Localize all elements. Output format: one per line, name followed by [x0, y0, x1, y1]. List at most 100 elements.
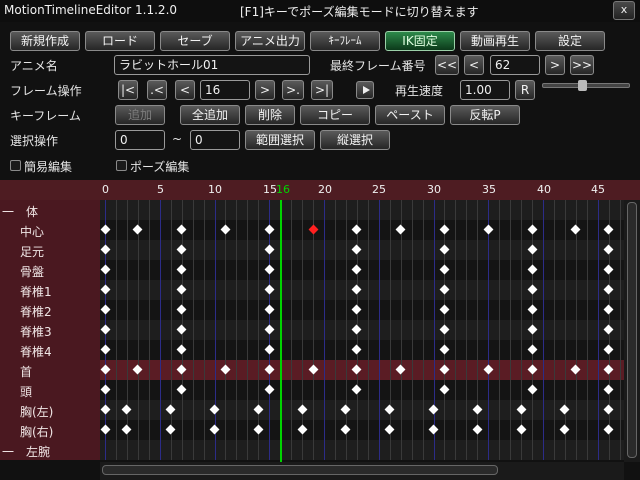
current-frame-input[interactable]: 16	[200, 80, 250, 100]
bone-label[interactable]: 骨盤	[20, 263, 44, 280]
simple-edit-checkbox[interactable]	[10, 160, 21, 171]
keyframe-add-button[interactable]: 追加	[115, 105, 165, 125]
frame-gridline	[598, 200, 599, 460]
frame-gridline	[302, 200, 303, 460]
play-speed-label: 再生速度	[395, 84, 444, 98]
frame-gridline	[620, 200, 621, 460]
frame-next-key-button[interactable]: >.	[282, 80, 304, 100]
keyframe-delete-button[interactable]: 削除	[245, 105, 295, 125]
video-play-button[interactable]: 動画再生	[460, 31, 530, 51]
bone-label[interactable]: 胸(右)	[20, 423, 53, 440]
close-button[interactable]: x	[613, 1, 635, 20]
frame-gridline	[346, 200, 347, 460]
last-frame-first-button[interactable]: <<	[435, 55, 459, 75]
frame-gridline	[204, 200, 205, 460]
last-frame-input[interactable]: 62	[490, 55, 540, 75]
last-frame-next-button[interactable]: >	[545, 55, 565, 75]
frame-gridline	[313, 200, 314, 460]
bone-label[interactable]: 中心	[20, 223, 44, 240]
frame-gridline	[160, 200, 161, 460]
bone-label[interactable]: 足元	[20, 243, 44, 260]
frame-gridline	[138, 200, 139, 460]
ruler-tick-label: 30	[427, 183, 441, 196]
new-button[interactable]: 新規作成	[10, 31, 80, 51]
bone-label[interactable]: 頭	[20, 383, 32, 400]
bone-label[interactable]: 脊椎1	[20, 283, 52, 300]
frame-gridline	[488, 200, 489, 460]
timeline-row[interactable]	[100, 400, 624, 420]
bone-label[interactable]: 脊椎2	[20, 303, 52, 320]
frame-gridline	[116, 200, 117, 460]
frame-gridline	[466, 200, 467, 460]
frame-gridline	[423, 200, 424, 460]
grid-row-group-left-arm	[100, 440, 624, 460]
anime-name-label: アニメ名	[10, 59, 58, 73]
play-speed-input[interactable]: 1.00	[460, 80, 510, 100]
keyframe-grid[interactable]	[100, 200, 624, 460]
bone-label[interactable]: 首	[20, 363, 32, 380]
save-button[interactable]: セーブ	[160, 31, 230, 51]
frame-gridline	[499, 200, 500, 460]
bone-label[interactable]: 脊椎4	[20, 343, 52, 360]
simple-edit-label: 簡易編集	[24, 160, 73, 174]
frame-prev-button[interactable]: <	[175, 80, 195, 100]
play-button[interactable]	[356, 81, 374, 99]
play-speed-reset-button[interactable]: R	[515, 80, 535, 100]
frame-gridline	[225, 200, 226, 460]
frame-gridline	[335, 200, 336, 460]
frame-gridline	[247, 200, 248, 460]
pose-edit-checkbox[interactable]	[116, 160, 127, 171]
horizontal-scroll-thumb[interactable]	[102, 465, 498, 475]
last-frame-last-button[interactable]: >>	[570, 55, 594, 75]
current-frame-cursor[interactable]	[280, 200, 282, 462]
frame-gridline	[510, 200, 511, 460]
grid-row-group-body	[100, 200, 624, 220]
selection-range-tilde: ~	[172, 132, 183, 146]
current-frame-marker: 16	[276, 183, 290, 196]
ruler-tick-label: 20	[318, 183, 332, 196]
app-title: MotionTimelineEditor 1.1.2.0	[4, 3, 178, 17]
frame-first-button[interactable]: |<	[118, 80, 138, 100]
last-frame-label: 最終フレーム番号	[330, 59, 426, 73]
ik-fixed-toggle[interactable]: IK固定	[385, 31, 455, 51]
selection-from-input[interactable]: 0	[115, 130, 165, 150]
last-frame-prev-button[interactable]: <	[464, 55, 484, 75]
frame-gridline	[324, 200, 325, 460]
group-left-arm-header[interactable]: 一 左腕	[2, 443, 50, 460]
ruler-tick-label: 35	[482, 183, 496, 196]
settings-button[interactable]: 設定	[535, 31, 605, 51]
keyframe-button[interactable]: ｷｰﾌﾚｰﾑ	[310, 31, 380, 51]
group-body-header[interactable]: 一 体	[2, 203, 38, 220]
frame-gridline	[236, 200, 237, 460]
timeline-ruler[interactable]: 0 5 10 15 20 25 30 35 40 45 16	[0, 180, 640, 200]
range-select-button[interactable]: 範囲選択	[245, 130, 315, 150]
bone-label[interactable]: 脊椎3	[20, 323, 52, 340]
frame-gridline	[455, 200, 456, 460]
anime-name-input[interactable]: ラビットホール01	[114, 55, 310, 75]
keyframe-copy-button[interactable]: コピー	[300, 105, 370, 125]
frame-gridline	[587, 200, 588, 460]
bone-label[interactable]: 胸(左)	[20, 403, 53, 420]
ruler-tick-label: 10	[208, 183, 222, 196]
load-button[interactable]: ロード	[85, 31, 155, 51]
frame-last-button[interactable]: >|	[311, 80, 333, 100]
frame-gridline	[543, 200, 544, 460]
keyframe-paste-button[interactable]: ペースト	[375, 105, 445, 125]
play-speed-slider-thumb[interactable]	[578, 80, 587, 91]
timeline-row[interactable]	[100, 420, 624, 440]
mode-hint: [F1]キーでポーズ編集モードに切り替えます	[240, 5, 479, 19]
keyframe-add-all-button[interactable]: 全追加	[180, 105, 240, 125]
frame-gridline	[127, 200, 128, 460]
frame-gridline	[193, 200, 194, 460]
export-anime-button[interactable]: アニメ出力	[235, 31, 305, 51]
vertical-select-button[interactable]: 縦選択	[320, 130, 390, 150]
ruler-tick-label: 0	[102, 183, 109, 196]
frame-ops-label: フレーム操作	[10, 84, 82, 98]
vertical-scroll-thumb[interactable]	[627, 202, 637, 458]
frame-next-button[interactable]: >	[255, 80, 275, 100]
frame-gridline	[171, 200, 172, 460]
frame-prev-key-button[interactable]: .<	[147, 80, 167, 100]
keyframe-flip-paste-button[interactable]: 反転P	[450, 105, 520, 125]
frame-gridline	[258, 200, 259, 460]
selection-to-input[interactable]: 0	[190, 130, 240, 150]
